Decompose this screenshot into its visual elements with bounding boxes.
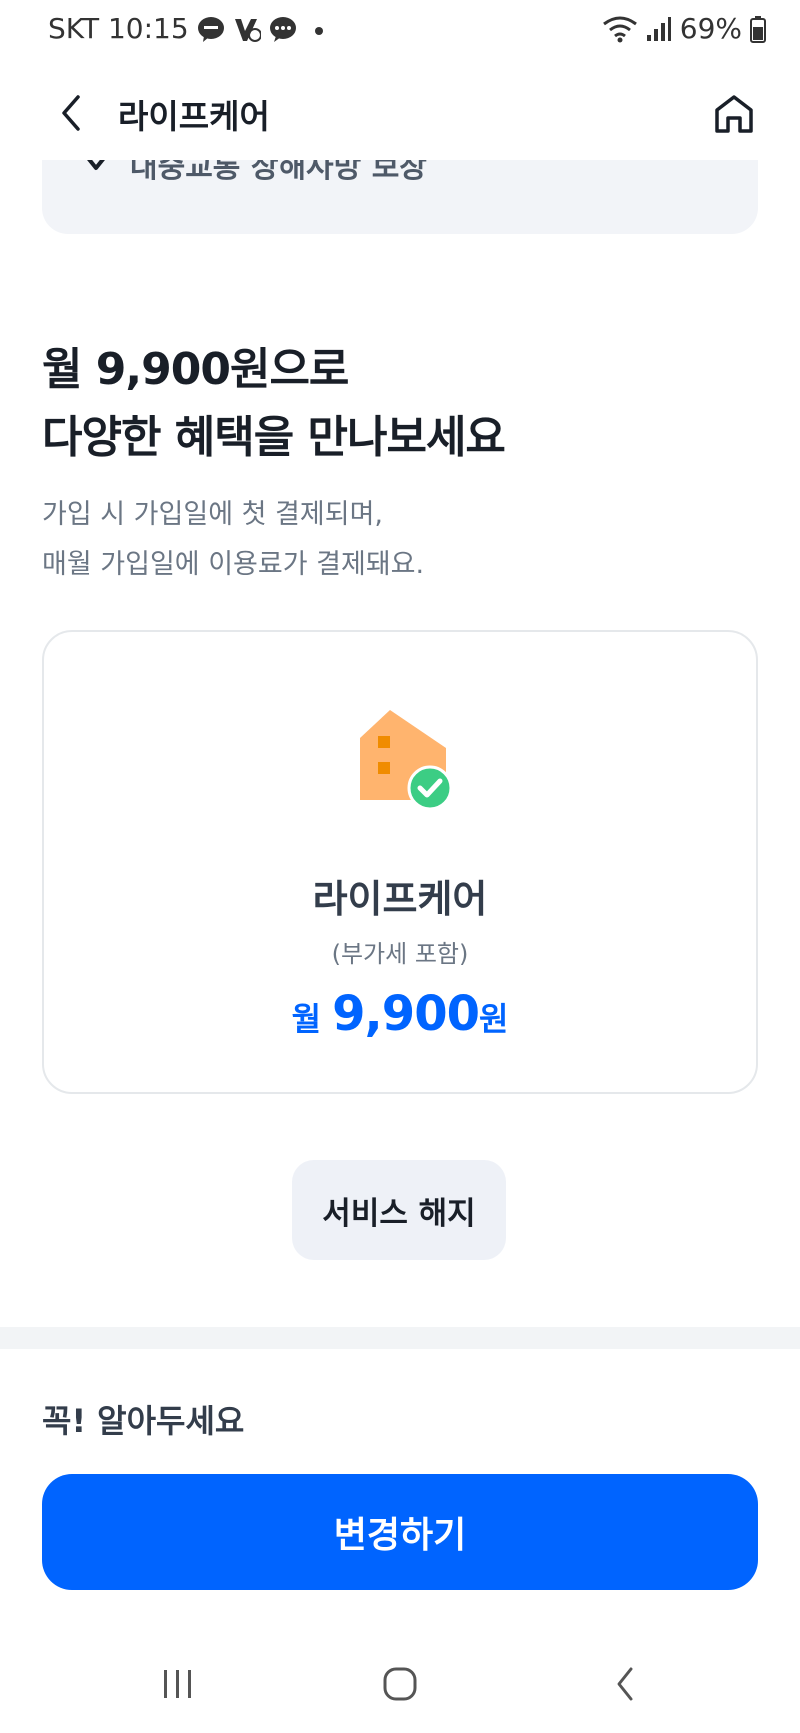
recent-apps-icon [164,1670,191,1698]
section-divider [0,1327,800,1349]
system-nav-bar [0,1636,800,1733]
carrier-time: SKT 10:15 [48,12,189,45]
more-dot-icon [314,26,323,35]
back-nav-button[interactable] [596,1654,656,1714]
back-button[interactable] [46,88,96,138]
page-title: 라이프케어 [118,97,270,136]
home-icon [715,95,753,133]
benefit-item-text: 대중교통 상해사망 보장 [130,160,427,185]
plan-vat-note: (부가세 포함) [331,940,469,968]
headline-line-2: 다양한 혜택을 만나보세요 [42,412,506,463]
wifi-icon [602,16,637,42]
battery-icon [750,15,766,43]
home-button[interactable] [708,88,760,140]
benefits-card: 대중교통 상해사망 보장 [42,160,758,234]
chevron-left-icon [62,95,80,131]
description-line-1: 가입 시 가입일에 첫 결제되며, [42,499,383,530]
change-button[interactable]: 변경하기 [42,1474,758,1590]
app-header: 라이프케어 [0,72,800,158]
description-line-2: 매월 가입일에 이용료가 결제돼요. [42,549,425,580]
v2-notification-icon [234,18,261,42]
status-left: SKT 10:15 [48,12,333,45]
plan-name: 라이프케어 [312,877,488,921]
battery-percent: 69% [679,12,742,45]
plan-price: 월 9,900원 [44,986,756,1042]
back-nav-icon [617,1667,633,1701]
message-notification-icon [269,16,296,42]
status-bar: SKT 10:15 69% [0,0,800,64]
price-suffix: 원 [478,1000,509,1038]
recent-apps-button[interactable] [148,1654,208,1714]
status-right: 69% [602,12,766,45]
talk-notification-icon [197,16,224,42]
signal-icon [646,16,671,41]
price-prefix: 월 [291,1000,333,1038]
headline-line-1: 월 9,900원으로 [42,344,349,395]
building-check-icon [360,710,453,808]
plan-card: 라이프케어 (부가세 포함) 월 9,900원 [42,630,758,1094]
headline: 월 9,900원으로 다양한 혜택을 만나보세요 [42,336,506,472]
notice-title: 꼭! 알아두세요 [42,1402,245,1440]
home-nav-icon [383,1667,417,1701]
chevron-down-icon [87,160,105,170]
home-nav-button[interactable] [370,1654,430,1714]
benefit-item: 대중교통 상해사망 보장 [84,160,427,186]
description: 가입 시 가입일에 첫 결제되며, 매월 가입일에 이용료가 결제돼요. [42,490,424,590]
price-amount: 9,900 [332,986,480,1042]
cancel-service-button[interactable]: 서비스 해지 [292,1160,506,1260]
